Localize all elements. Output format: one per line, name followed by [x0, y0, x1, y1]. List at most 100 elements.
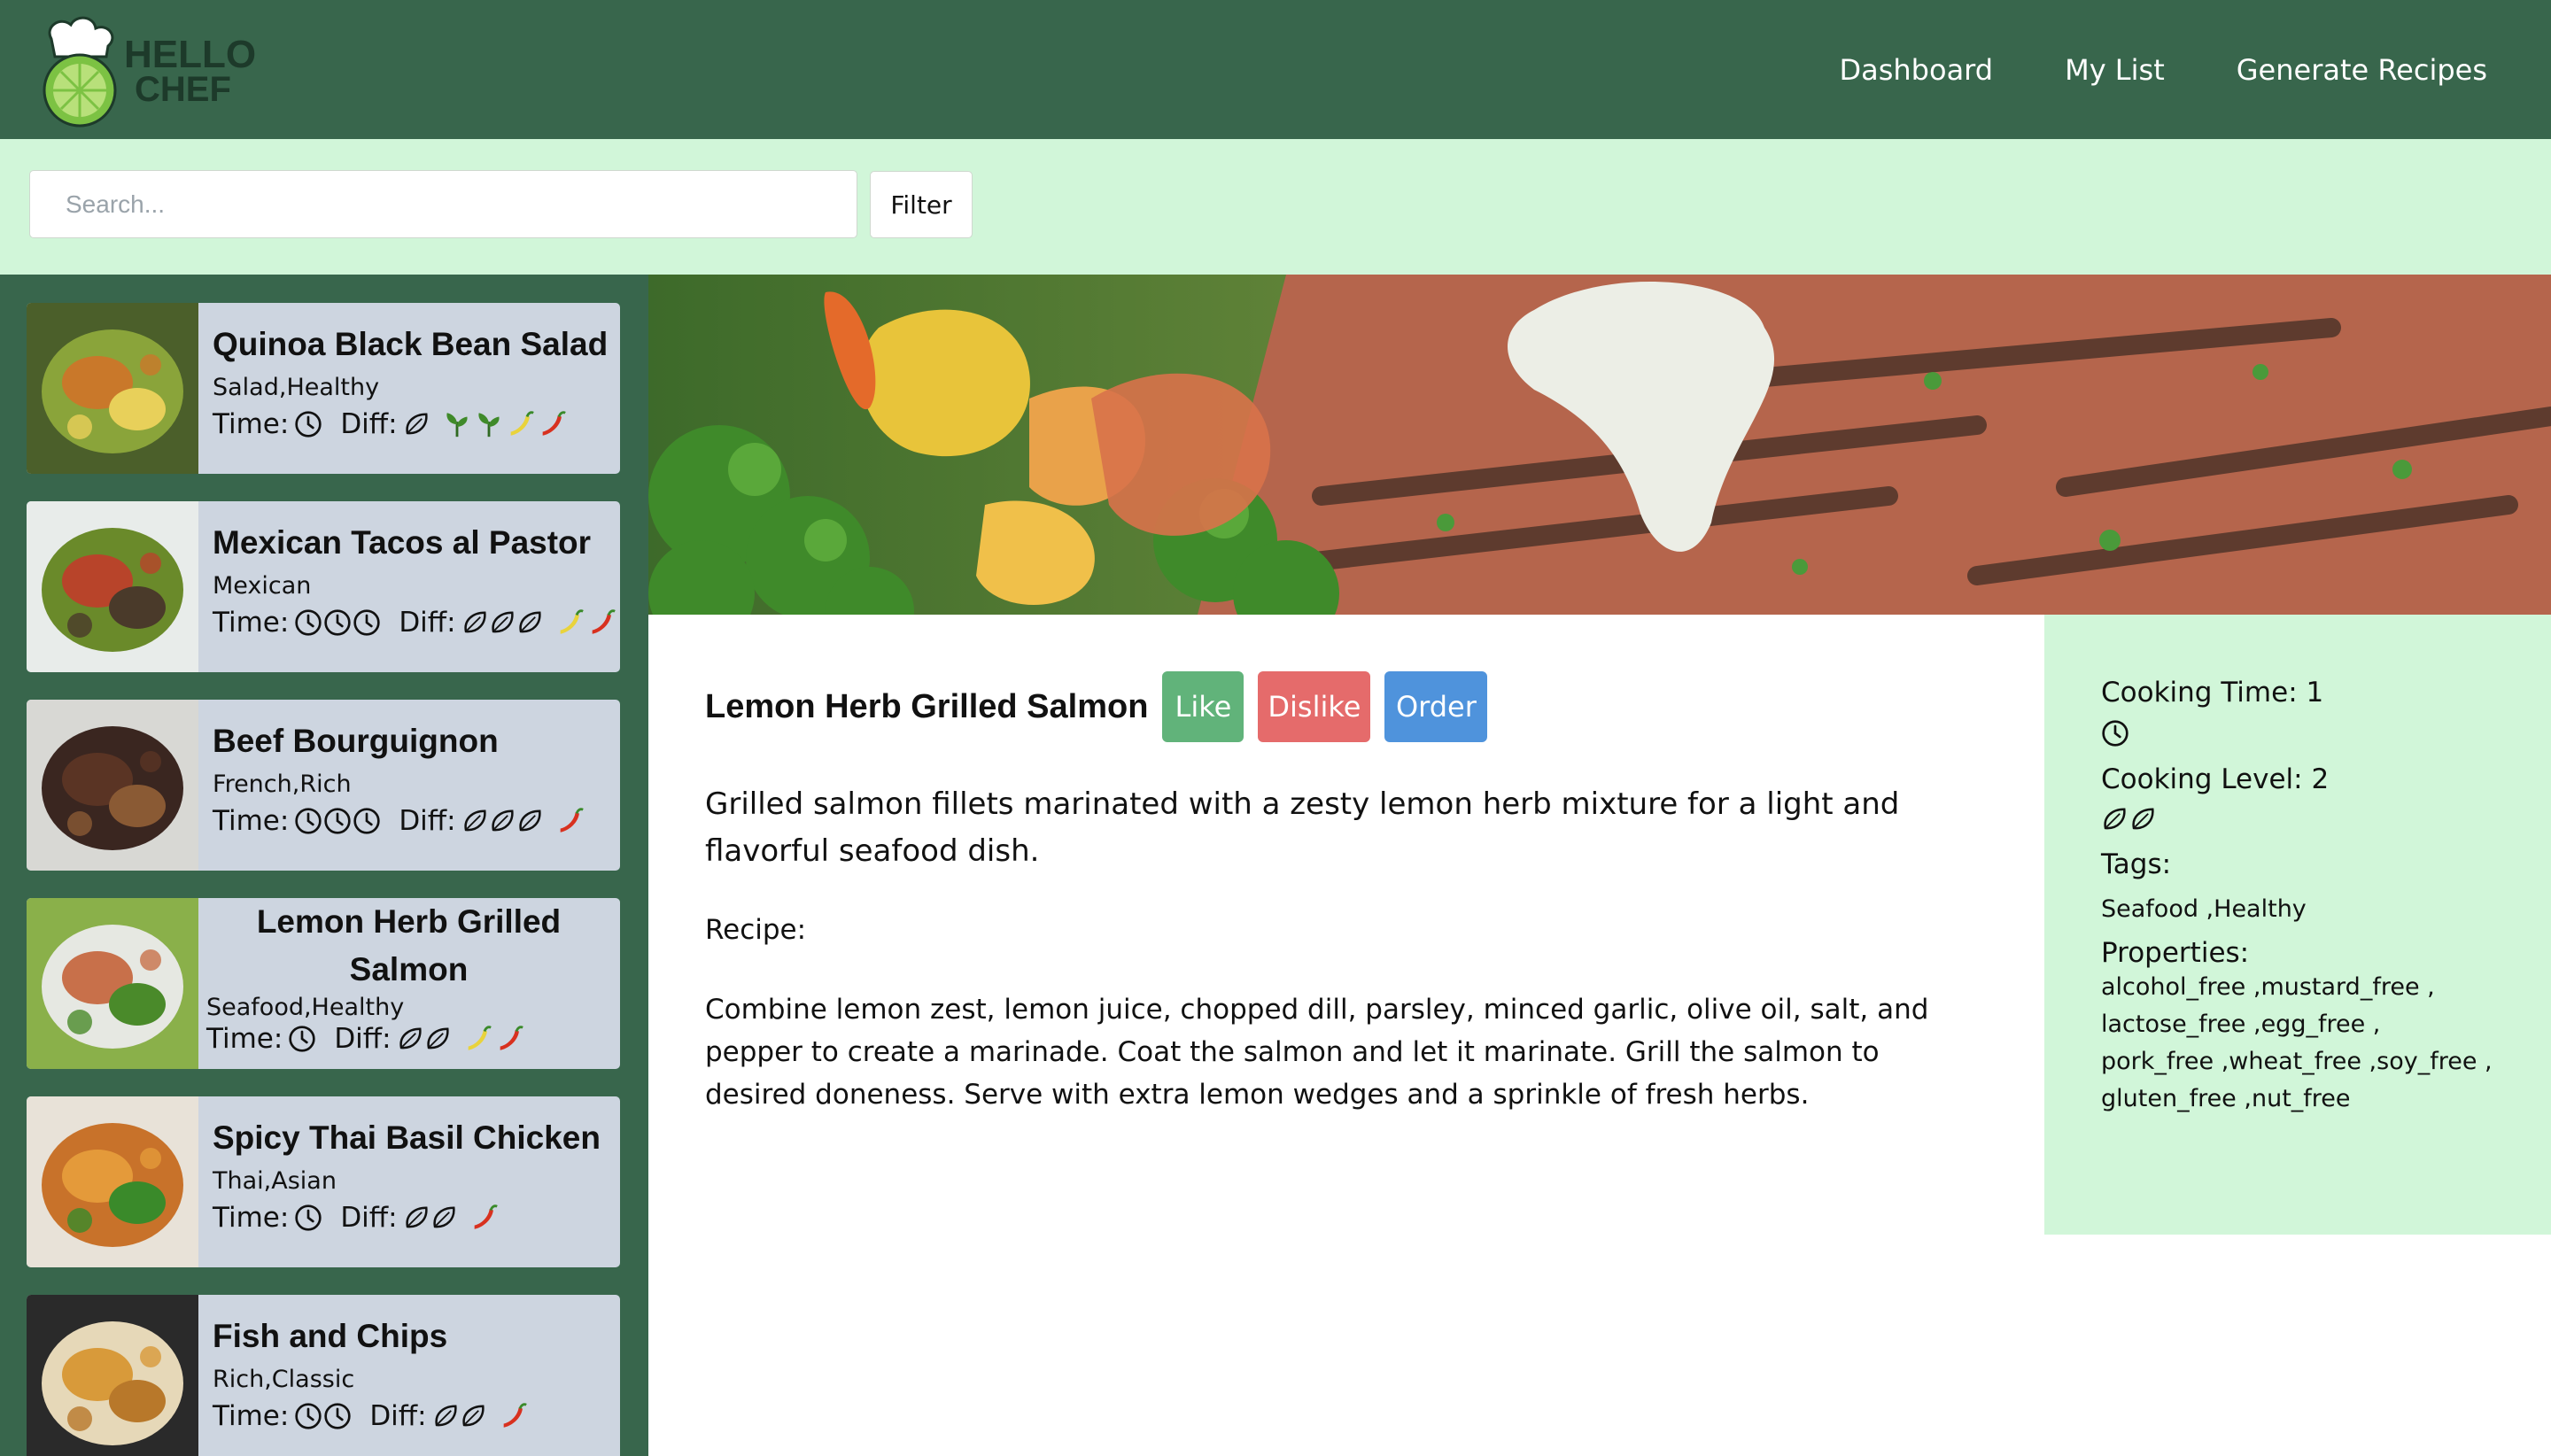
- properties-line: pork_free ,wheat_free ,soy_free ,: [2101, 1048, 2493, 1075]
- property-icons: [555, 608, 617, 638]
- clock-icon: [289, 1026, 315, 1052]
- difficulty-leaf-icon: [518, 809, 541, 832]
- recipe-card[interactable]: Quinoa Black Bean Salad Salad,Healthy Time…: [27, 303, 620, 474]
- hello-chef-logo[interactable]: HELLO CHEF: [35, 12, 257, 128]
- difficulty-icons: [461, 609, 543, 636]
- recipe-card-title: Lemon Herb Grilled Salmon: [256, 903, 562, 987]
- filter-button[interactable]: Filter: [870, 171, 973, 238]
- difficulty-icons: [403, 1204, 457, 1231]
- time-icons: [288, 1025, 316, 1053]
- time-icons: [294, 608, 381, 637]
- cooking-time-icons: [2101, 719, 2551, 747]
- difficulty-leaf-icon: [434, 1405, 457, 1427]
- tags-label: Tags:: [2101, 848, 2172, 880]
- recipe-card-meta: Time: Diff:: [206, 1023, 611, 1055]
- time-icons: [294, 410, 322, 438]
- recipe-thumbnail: [27, 1096, 198, 1267]
- difficulty-leaf-icon: [405, 1206, 428, 1228]
- recipe-thumbnail: [27, 898, 198, 1069]
- recipe-thumbnail: [27, 303, 198, 474]
- recipe-card-body: Spicy Thai Basil Chicken Thai,Asian Time: D…: [213, 1119, 611, 1234]
- recipe-card-tags: Seafood,Healthy: [206, 994, 405, 1021]
- properties-line: alcohol_free ,mustard_free ,: [2101, 973, 2435, 1001]
- properties-label: Properties:: [2101, 937, 2250, 969]
- recipe-thumbnail: [27, 1295, 198, 1456]
- difficulty-leaf-icon: [2104, 808, 2126, 830]
- recipe-card-tags: Salad,Healthy: [213, 374, 380, 401]
- property-icons: [499, 1401, 529, 1431]
- time-label: Time:: [213, 1202, 290, 1234]
- cooking-time-label: Cooking Time: 1: [2101, 677, 2324, 709]
- property-icons: [442, 409, 568, 439]
- difficulty-leaf-icon: [461, 1405, 485, 1427]
- recipe-card-body: Mexican Tacos al Pastor Mexican Time: Diff:: [213, 524, 616, 639]
- clock-icon: [353, 609, 380, 636]
- clock-icon: [324, 609, 351, 636]
- recipe-card-body: Beef Bourguignon French,Rich Time: Diff:: [213, 723, 611, 837]
- recipe-card-tags: Mexican: [213, 572, 312, 600]
- recipe-list: Quinoa Black Bean Salad Salad,Healthy Time…: [0, 275, 648, 1456]
- difficulty-label: Diff:: [399, 607, 456, 639]
- navbar: HELLO CHEF Dashboard My List Generate Re…: [0, 0, 2551, 139]
- nav-generate-recipes[interactable]: Generate Recipes: [2237, 53, 2487, 87]
- difficulty-leaf-icon: [405, 413, 428, 435]
- yellow-pepper-icon: [560, 609, 584, 634]
- recipe-card[interactable]: Fish and Chips Rich,Classic Time: Diff:: [27, 1295, 620, 1456]
- like-button[interactable]: Like: [1162, 671, 1244, 742]
- difficulty-icons: [432, 1403, 486, 1429]
- yellow-pepper-icon: [468, 1026, 492, 1050]
- order-button[interactable]: Order: [1384, 671, 1488, 742]
- recipe-card[interactable]: Beef Bourguignon French,Rich Time: Diff:: [27, 700, 620, 871]
- detail-header: Lemon Herb Grilled Salmon Like Dislike O…: [705, 671, 1945, 742]
- time-icons: [294, 1204, 322, 1232]
- property-icons: [555, 806, 585, 836]
- nav-dashboard[interactable]: Dashboard: [1839, 53, 1993, 87]
- chili-icon: [560, 808, 584, 833]
- properties-line: lactose_free ,egg_free ,: [2101, 1011, 2381, 1038]
- recipe-card-body: Fish and Chips Rich,Classic Time: Diff:: [213, 1318, 611, 1432]
- recipe-card[interactable]: Lemon Herb Grilled Salmon Seafood,Healthy…: [27, 898, 620, 1069]
- herb-icon: [446, 413, 468, 438]
- recipe-card-title: Quinoa Black Bean Salad: [213, 326, 609, 362]
- search-input[interactable]: [29, 170, 857, 238]
- difficulty-label: Diff:: [340, 1202, 398, 1234]
- difficulty-icons: [403, 411, 430, 438]
- time-label: Time:: [213, 1400, 290, 1432]
- recipe-card-body: Lemon Herb Grilled Salmon Seafood,Healthy…: [206, 898, 611, 1055]
- clock-icon: [295, 411, 322, 438]
- search-bar: Filter: [0, 139, 2551, 275]
- herb-icon: [478, 413, 500, 438]
- difficulty-leaf-icon: [491, 611, 514, 633]
- recipe-card-tags: Thai,Asian: [213, 1167, 337, 1195]
- recipe-card-meta: Time: Diff:: [213, 408, 611, 440]
- difficulty-leaf-icon: [518, 611, 541, 633]
- clock-icon: [295, 609, 322, 636]
- difficulty-leaf-icon: [432, 1206, 455, 1228]
- recipe-label: Recipe:: [705, 914, 807, 946]
- chili-icon: [592, 609, 616, 634]
- difficulty-icons: [461, 808, 543, 834]
- time-label: Time:: [213, 805, 290, 837]
- chili-icon: [500, 1026, 523, 1050]
- time-label: Time:: [206, 1023, 283, 1055]
- nav-my-list[interactable]: My List: [2065, 53, 2165, 87]
- logo-text-chef: CHEF: [135, 70, 231, 109]
- recipe-card-meta: Time: Diff:: [213, 607, 616, 639]
- recipe-card[interactable]: Mexican Tacos al Pastor Mexican Time: Diff:: [27, 501, 620, 672]
- chili-icon: [503, 1403, 527, 1428]
- recipe-card-tags: French,Rich: [213, 771, 352, 798]
- recipe-card-tags: Rich,Classic: [213, 1366, 355, 1393]
- clock-icon: [353, 808, 380, 834]
- chili-icon: [542, 411, 566, 436]
- chili-icon: [474, 1204, 498, 1229]
- clock-icon: [324, 1403, 351, 1429]
- nav-links: Dashboard My List Generate Recipes: [1839, 0, 2487, 139]
- recipe-card-title: Beef Bourguignon: [213, 723, 499, 759]
- recipe-card-meta: Time: Diff:: [213, 1400, 611, 1432]
- dislike-button[interactable]: Dislike: [1258, 671, 1371, 742]
- difficulty-leaf-icon: [426, 1027, 449, 1049]
- clock-icon: [295, 1403, 322, 1429]
- difficulty-leaf-icon: [2132, 808, 2154, 830]
- recipe-card[interactable]: Spicy Thai Basil Chicken Thai,Asian Time: D…: [27, 1096, 620, 1267]
- difficulty-label: Diff:: [369, 1400, 427, 1432]
